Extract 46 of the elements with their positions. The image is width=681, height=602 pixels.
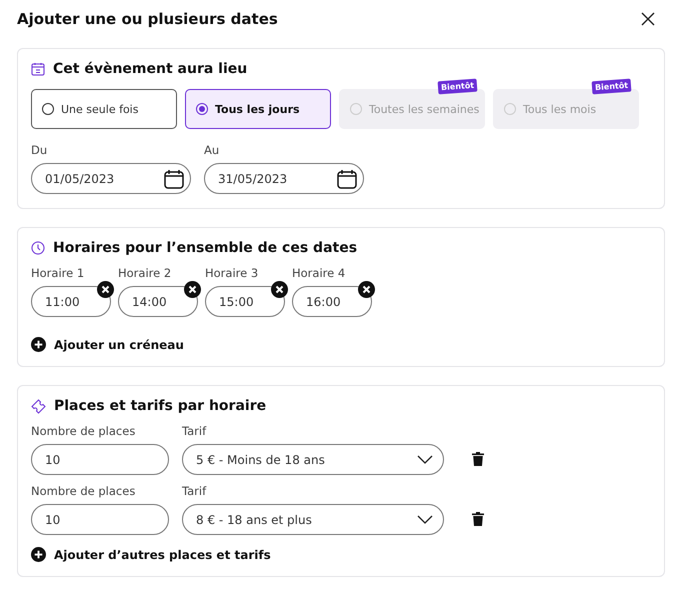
calendar-icon — [336, 168, 358, 190]
soon-badge: Bientôt — [437, 78, 478, 94]
radio-icon — [350, 103, 362, 115]
ticket-icon — [31, 398, 46, 414]
calendar-icon — [31, 62, 45, 76]
field-label: Au — [204, 143, 220, 157]
remove-icon[interactable] — [184, 281, 201, 298]
field-label: Tarif — [182, 484, 208, 498]
remove-icon[interactable] — [271, 281, 288, 298]
section-heading: Places et tarifs par horaire — [54, 398, 266, 414]
tarif-dropdown[interactable]: 8 € - 18 ans et plus — [182, 504, 444, 535]
field-label: Nombre de places — [31, 484, 136, 498]
field-label: Horaire 4 — [292, 266, 346, 280]
frequency-option[interactable]: Une seule fois — [31, 89, 177, 129]
field-label: Horaire 3 — [205, 266, 260, 280]
section-heading: Horaires pour l’ensemble de ces dates — [53, 240, 358, 256]
chevron-icon — [417, 515, 433, 524]
remove-icon[interactable] — [358, 281, 375, 298]
close-icon[interactable] — [639, 10, 657, 28]
clock-icon — [31, 241, 45, 255]
frequency-option[interactable]: Tous les jours — [185, 89, 331, 129]
field-label: Horaire 2 — [118, 266, 172, 280]
add-icon — [31, 337, 46, 352]
calendar-icon — [163, 168, 185, 190]
dialog-title: Ajouter une ou plusieurs dates — [17, 10, 278, 28]
remove-icon[interactable] — [97, 281, 114, 298]
radio-icon — [42, 103, 54, 115]
add-slot-button[interactable]: Ajouter un créneau — [31, 337, 184, 352]
field-label: Du — [31, 143, 48, 157]
date-field[interactable]: 31/05/2023 — [204, 163, 364, 194]
delete-icon[interactable] — [472, 512, 484, 526]
radio-icon — [196, 103, 208, 115]
tarif-dropdown[interactable]: 5 € - Moins de 18 ans — [182, 444, 444, 475]
places-field[interactable]: 10 — [31, 504, 169, 535]
radio-icon — [504, 103, 516, 115]
places-field[interactable]: 10 — [31, 444, 169, 475]
chevron-icon — [417, 455, 433, 464]
section-heading: Cet évènement aura lieu — [53, 61, 248, 77]
field-label: Nombre de places — [31, 424, 136, 438]
delete-icon[interactable] — [472, 452, 484, 466]
date-field[interactable]: 01/05/2023 — [31, 163, 191, 194]
add-icon — [31, 547, 46, 562]
field-label: Tarif — [182, 424, 208, 438]
field-label: Horaire 1 — [31, 266, 86, 280]
add-pricing-button[interactable]: Ajouter d’autres places et tarifs — [31, 547, 271, 562]
soon-badge: Bientôt — [591, 78, 632, 94]
